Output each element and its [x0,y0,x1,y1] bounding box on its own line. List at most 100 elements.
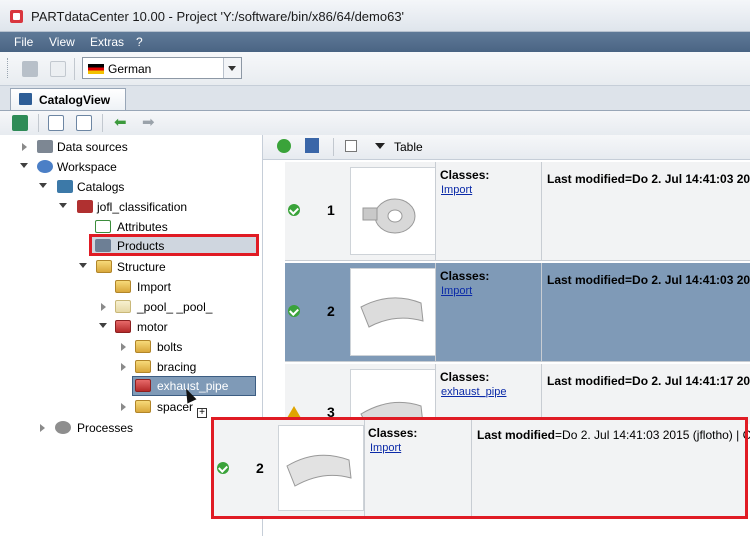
row-number: 2 [327,303,335,319]
tree-item-structure[interactable]: Structure [0,257,262,277]
expand-icon[interactable] [121,343,126,351]
expand-icon[interactable] [22,143,27,151]
expand-icon[interactable] [101,303,106,311]
folder-icon [135,360,151,373]
german-flag-icon [88,64,104,74]
collapse-icon[interactable] [59,203,67,208]
table-row[interactable]: 1 Classes: Import Last modified=Do 2. Ju… [285,162,750,261]
app-icon [10,10,23,23]
exit-view-icon[interactable] [12,115,28,131]
tree-label: Attributes [117,220,168,234]
expand-icon[interactable] [40,424,45,432]
tree-item-spacer[interactable]: spacer [0,397,262,417]
gear-icon [55,421,71,434]
tree-label: jofl_classification [97,200,188,214]
drop-plus-icon: + [197,408,207,418]
tree-item-pool[interactable]: _pool_ _pool_ [0,297,262,317]
column-divider [435,162,436,260]
part-thumbnail [350,268,436,356]
language-dropdown-button[interactable] [223,58,241,78]
tree-label: Catalogs [77,180,125,194]
expand-icon[interactable] [121,363,126,371]
folder-open-icon [96,260,112,273]
table-row[interactable]: 3 Classes: exhaust_pipe Last modified=Do… [285,364,750,431]
class-link[interactable]: Import [441,184,472,196]
forward-arrow-icon[interactable]: ➡ [142,115,155,130]
view-mode-dropdown-icon[interactable] [375,143,385,149]
language-value: German [108,62,152,76]
new-icon[interactable] [50,61,66,77]
highlight-frame [89,234,259,256]
tree-label: bracing [157,360,197,374]
part-preview-image [360,297,424,328]
column-divider [435,364,436,424]
collapse-all-icon[interactable] [345,140,357,152]
window-title: PARTdataCenter 10.00 - Project 'Y:/softw… [31,9,405,24]
menu-extras[interactable]: Extras [90,35,124,49]
tree-label: bolts [157,340,183,354]
collapse-icon[interactable] [99,323,107,328]
catalog-icon [19,93,32,105]
tree-item-motor[interactable]: motor [0,317,262,337]
menu-file[interactable]: File [14,35,33,49]
tree-item-workspace[interactable]: Workspace [0,157,262,177]
tree-item-data-sources[interactable]: Data sources [0,137,262,157]
row-number: 1 [327,202,335,218]
save-icon[interactable] [305,138,319,153]
tree-item-jofl-classification[interactable]: jofl_classification [0,197,262,217]
toolbar-separator [74,58,75,80]
last-modified: Last modified=Do 2. Jul 14:41:03 2015 [547,172,750,186]
tree-label: motor [137,320,168,334]
tree-item-bolts[interactable]: bolts [0,337,262,357]
tree-item-catalogs[interactable]: Catalogs [0,177,262,197]
folder-icon [135,400,151,413]
tab-label: CatalogView [39,93,111,107]
layout-vertical-icon[interactable] [76,115,92,131]
menu-view[interactable]: View [49,35,75,49]
classes-label: Classes: [440,269,490,283]
expand-icon[interactable] [121,403,126,411]
attributes-icon [95,220,111,233]
toolbar-separator [102,114,103,132]
view-toolbar: ⬅ ➡ [0,111,750,136]
tree-item-bracing[interactable]: bracing [0,357,262,377]
toolbar-separator [38,114,39,132]
class-link[interactable]: Import [441,285,472,297]
last-modified-value: =Do 2. Jul 14:41:03 2015 [625,273,750,287]
status-ok-icon [288,204,300,216]
tree-item-import[interactable]: Import [0,277,262,297]
last-modified-label: Last modified [547,374,626,388]
class-link[interactable]: exhaust_pipe [441,386,506,398]
highlight-frame [211,417,748,519]
layout-horizontal-icon[interactable] [48,115,64,131]
folder-icon [115,280,131,293]
menu-bar: File View Extras ? [0,32,750,52]
last-modified-label: Last modified [547,172,626,186]
column-divider [435,263,436,361]
menu-help[interactable]: ? [136,35,143,49]
folder-open-icon [115,320,131,333]
last-modified: Last modified=Do 2. Jul 14:41:03 2015 [547,273,750,287]
tree-label: Processes [77,421,134,435]
toolbar-separator [333,138,334,156]
view-mode-label[interactable]: Table [394,140,423,154]
tab-catalogview[interactable]: CatalogView [10,88,126,110]
table-toolbar: Table [263,135,750,160]
open-icon[interactable] [22,61,38,77]
collapse-icon[interactable] [79,263,87,268]
catalog-book-icon [77,200,93,213]
tree-label: Structure [117,260,166,274]
part-preview-image [362,198,416,234]
table-row-selected[interactable]: 2 Classes: Import Last modified=Do 2. Ju… [285,263,750,362]
part-thumbnail [350,167,436,255]
column-divider [541,263,542,361]
collapse-icon[interactable] [20,163,28,168]
classes-label: Classes: [440,370,490,384]
collapse-icon[interactable] [39,183,47,188]
add-icon[interactable] [277,139,291,153]
folder-icon [135,379,151,392]
workspace-icon [37,160,53,173]
back-arrow-icon[interactable]: ⬅ [114,115,127,130]
folder-icon [135,340,151,353]
language-select[interactable]: German [82,57,242,79]
